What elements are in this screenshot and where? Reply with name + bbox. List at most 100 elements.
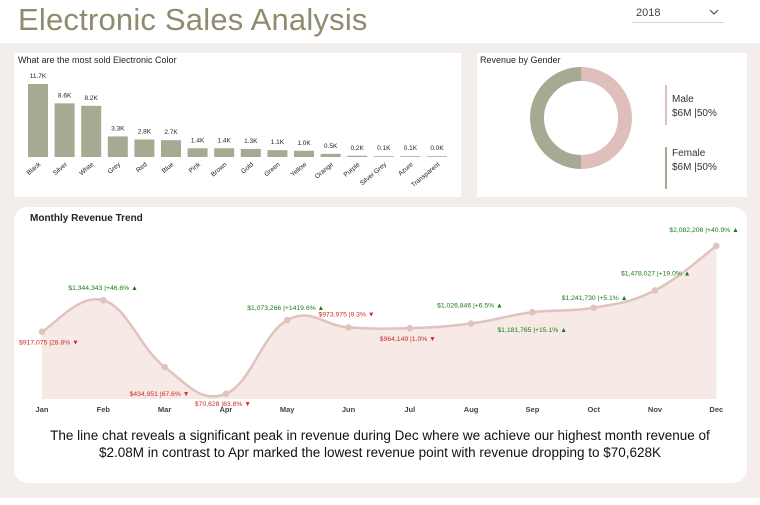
bar-category-label: Gold [240,161,255,175]
bar-value-label: 1.4K [191,137,205,144]
point-dec [713,242,720,250]
bar-blue [161,140,181,157]
data-label-oct: $1,241,730 |+5.1% ▲ [562,295,628,302]
bar-green [267,150,288,157]
female-legend-value: $6M |50% [672,162,717,173]
x-tick-sep: Sep [526,405,540,414]
x-tick-mar: Mar [158,405,171,414]
female-legend-name: Female [672,148,706,159]
bar-brown [214,148,235,157]
point-nov [651,287,659,294]
bar-category-label: White [78,161,96,177]
data-label-feb: $1,344,343 |+46.6% ▲ [68,285,138,292]
bar-value-label: 0.0K [430,145,444,152]
bar-value-label: 11.7K [30,73,47,80]
data-label-jan: $917,075 |28.8% ▼ [19,340,79,347]
bar-pink [187,148,208,157]
x-tick-aug: Aug [464,405,479,414]
male-legend-value: $6M |50% [672,108,717,119]
x-tick-feb: Feb [97,405,111,414]
bar-category-label: Purple [343,161,362,179]
gender-chart-card: Revenue by Gender Male $6M |50% Female $… [477,53,747,197]
bar-silver [54,103,75,157]
point-feb [100,296,107,304]
bar-white [81,105,102,157]
point-jul [406,324,414,332]
data-label-sep: $1,181,765 |+15.1% ▲ [497,327,567,334]
bar-category-label: Azure [397,161,415,178]
page-title: Electronic Sales Analysis [18,2,368,37]
bar-category-label: Silver [52,161,70,177]
bar-value-label: 0.2K [351,145,365,152]
point-mar [161,363,168,371]
x-tick-nov: Nov [648,405,663,414]
x-tick-jun: Jun [342,405,356,414]
x-tick-jul: Jul [404,405,415,414]
bar-category-label: Green [263,161,282,178]
bar-azure [400,156,421,157]
bar-value-label: 8.2K [85,95,99,102]
bar-transparent [427,156,447,157]
bar-silver-grey [373,156,394,157]
color-chart-card: What are the most sold Electronic Color … [14,53,461,197]
bar-category-label: Silver Grey [359,161,389,188]
bar-category-label: Orange [314,161,335,181]
year-dropdown-value: 2018 [636,7,661,19]
data-label-nov: $1,478,027 |+19.0% ▲ [621,270,691,277]
point-aug [467,320,475,327]
bar-grey [107,136,128,157]
male-legend: Male $6M |50% [672,93,717,121]
x-tick-apr: Apr [219,405,232,414]
male-legend-marker [665,85,667,125]
x-tick-jan: Jan [36,405,49,414]
x-tick-oct: Oct [587,405,600,414]
data-label-may: $1,073,266 |+1419.6% ▲ [247,305,324,312]
bar-red [134,139,155,157]
x-tick-dec: Dec [709,405,723,414]
bar-value-label: 2.8K [138,129,152,136]
bar-purple [347,155,368,157]
point-may [283,316,291,324]
point-jan [38,328,46,335]
point-apr [222,390,230,398]
male-legend-name: Male [672,94,694,105]
bar-category-label: Yellow [290,161,309,178]
chevron-down-icon[interactable] [709,7,719,17]
bar-value-label: 2.7K [164,129,178,136]
bar-orange [320,153,341,157]
bar-gold [240,148,261,157]
bar-value-label: 1.0K [297,140,311,147]
bar-value-label: 1.1K [271,139,285,146]
bottom-band [0,498,760,505]
bar-yellow [294,150,314,157]
data-label-jun: $973,975 |9.3% ▼ [319,311,375,318]
revenue-area-chart: $917,075 |28.8% ▼ Jan $1,344,343 |+46.6% ▲… [19,227,739,414]
data-label-jul: $964,149 |1.0% ▼ [380,336,436,343]
gender-donut-chart [530,67,632,169]
color-bar-chart: 11.7K Black 8.6K Silver 8.2K White 3.3K Grey 2.8… [26,73,447,189]
point-oct [590,304,597,312]
bar-category-label: Red [135,161,149,174]
point-jun [345,324,352,331]
data-label-aug: $1,026,846 |+6.5% ▲ [437,303,503,310]
data-label-mar: $434,951 |67.6% ▼ [130,391,190,398]
bar-category-label: Blue [161,161,176,175]
x-tick-may: May [280,405,295,414]
revenue-area-fill [42,246,717,399]
insight-text: The line chat reveals a significant peak… [50,428,710,460]
year-dropdown[interactable]: 2018 [632,5,724,23]
bar-value-label: 8.6K [58,92,72,99]
bar-category-label: Black [26,161,43,177]
female-legend-marker [665,147,667,189]
female-legend: Female $6M |50% [672,147,717,175]
bar-value-label: 3.3K [111,125,125,132]
bar-category-label: Grey [107,161,123,176]
point-sep [529,308,536,316]
bar-value-label: 0.1K [377,145,391,152]
bar-category-label: Transparent [410,161,441,189]
data-label-dec: $2,082,206 |+40.9% ▲ [669,227,739,234]
bar-value-label: 0.1K [404,145,418,152]
bar-value-label: 0.5K [324,143,338,150]
bar-value-label: 1.4K [218,137,232,144]
bar-value-label: 1.3K [244,138,258,145]
